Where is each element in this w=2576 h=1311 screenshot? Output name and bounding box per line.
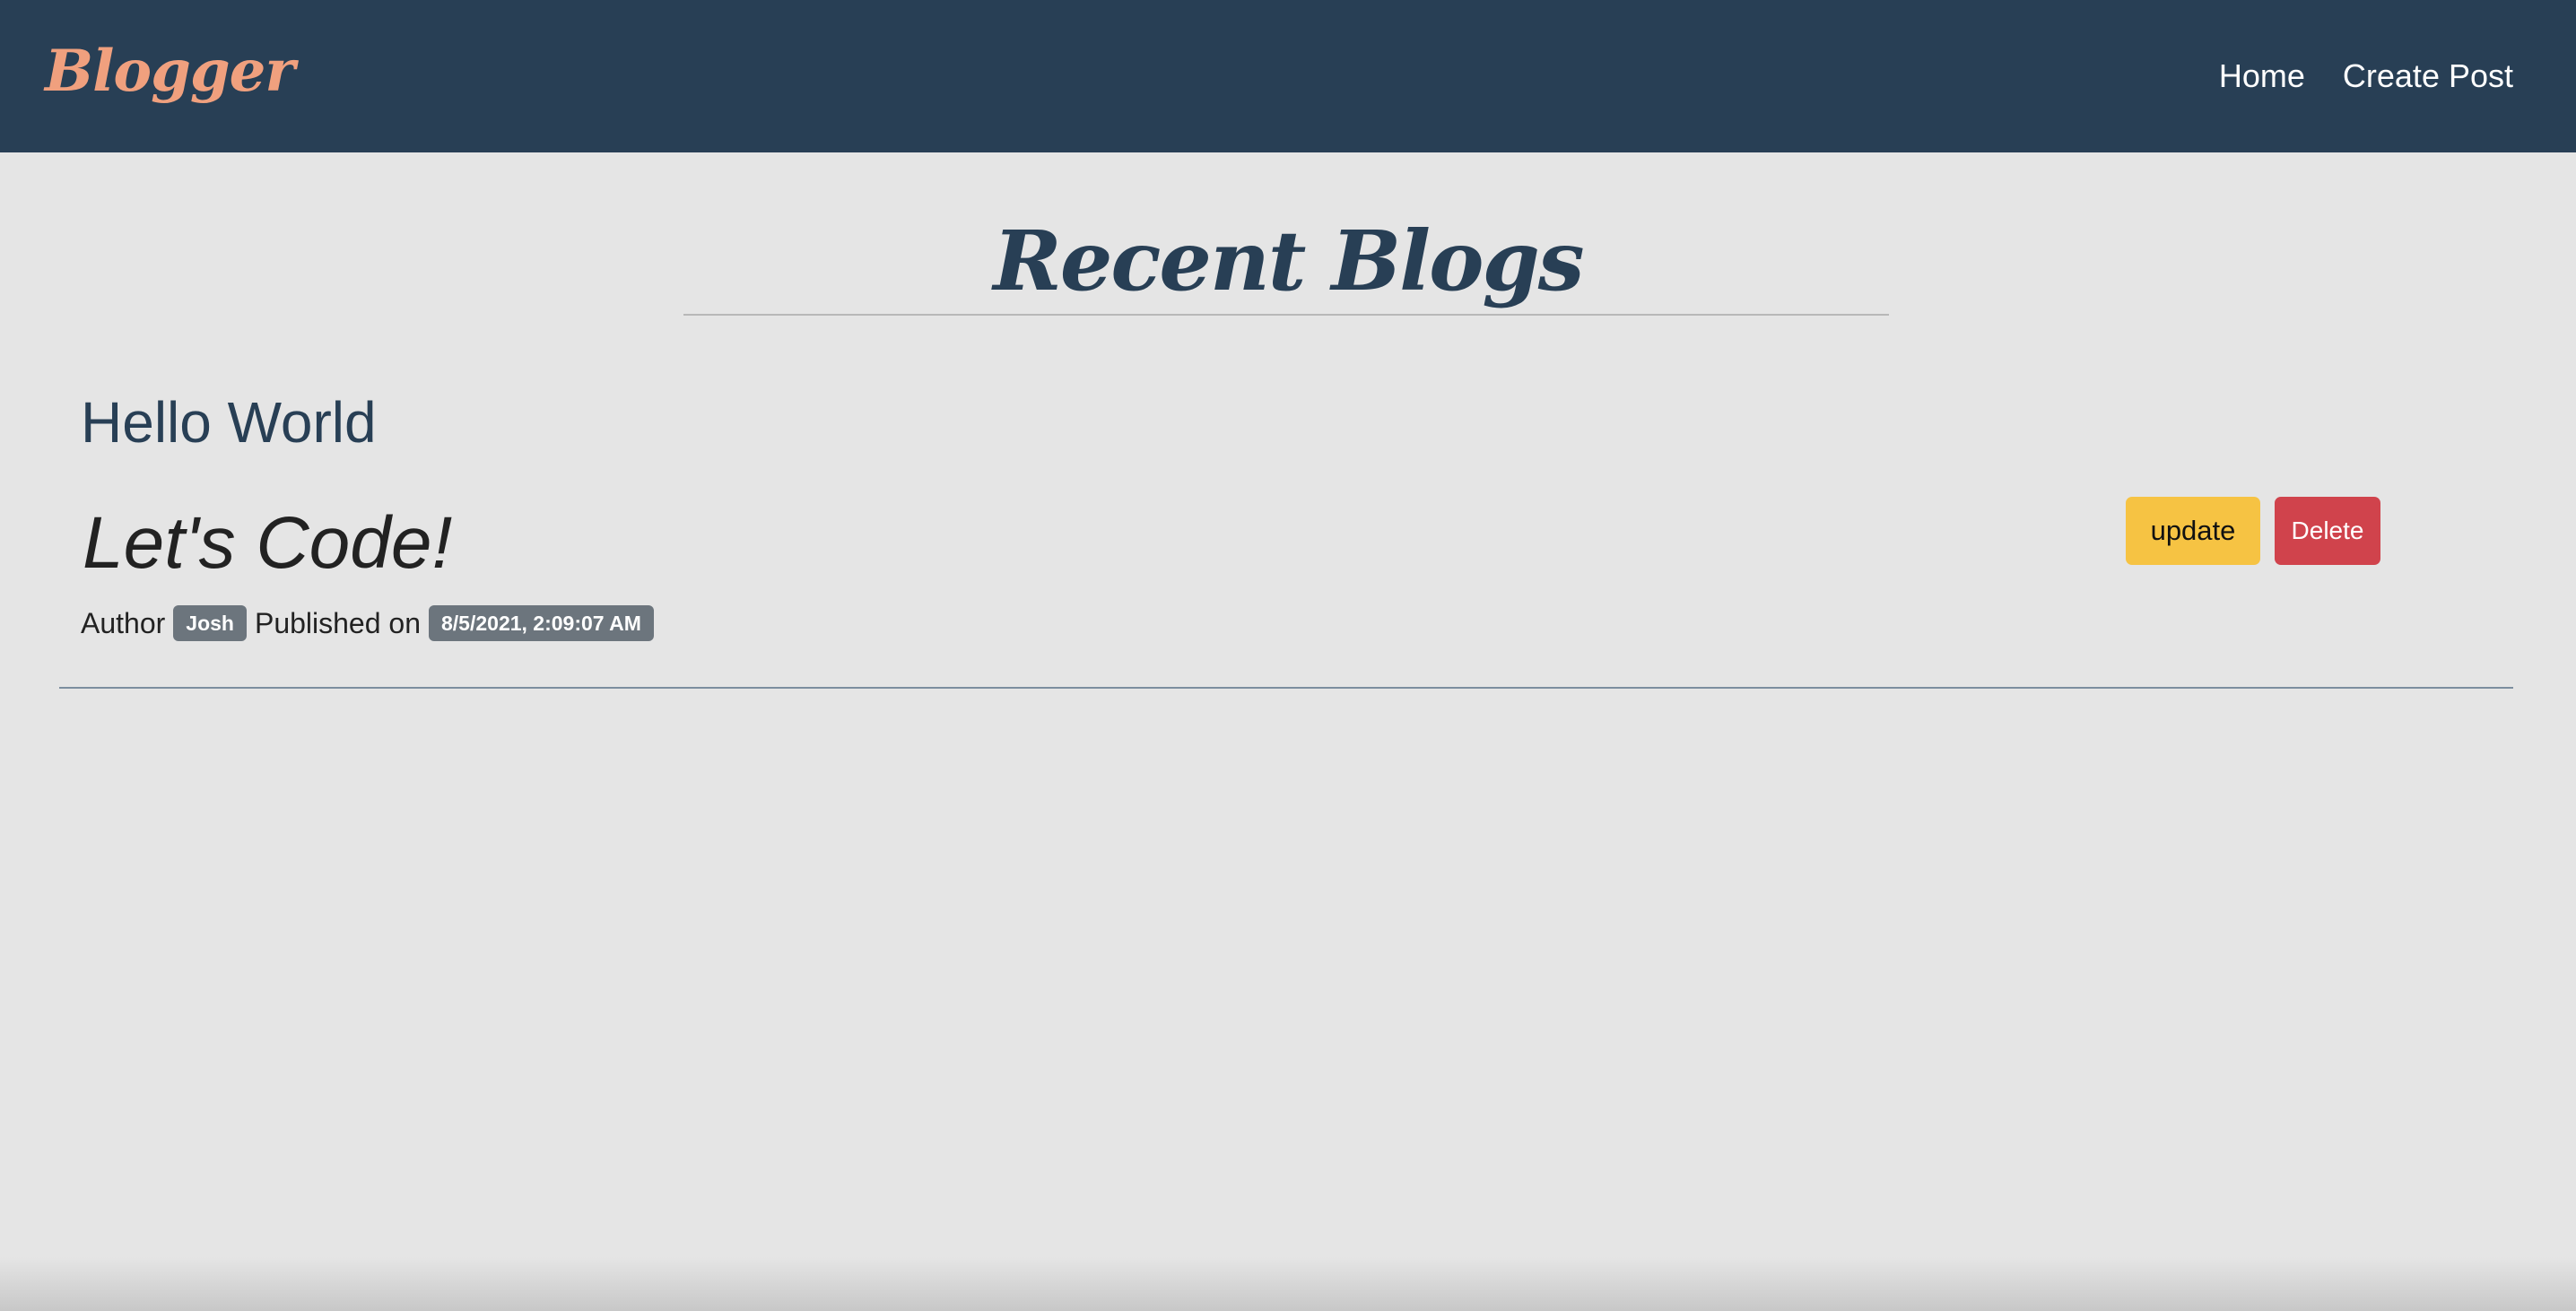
title-divider (683, 314, 1889, 316)
nav-links: Home Create Post (2219, 56, 2513, 97)
brand-logo[interactable]: Blogger (45, 38, 295, 105)
nav-link-home[interactable]: Home (2219, 56, 2305, 97)
published-label: Published on (254, 607, 421, 639)
delete-button[interactable]: Delete (2275, 497, 2380, 565)
nav-link-create-post[interactable]: Create Post (2343, 56, 2513, 97)
navbar: Blogger Home Create Post (0, 0, 2576, 152)
post-divider (59, 687, 2513, 689)
post-title: Hello World (81, 390, 377, 455)
bottom-shadow (0, 1257, 2576, 1311)
post-body: Let's Code! (83, 502, 453, 584)
post-meta: Author Josh Published on 8/5/2021, 2:09:… (81, 604, 654, 642)
update-button[interactable]: update (2126, 497, 2260, 565)
author-badge: Josh (173, 605, 247, 641)
author-label: Author (81, 607, 166, 639)
page-title: Recent Blogs (993, 213, 1584, 309)
published-date-badge: 8/5/2021, 2:09:07 AM (429, 605, 654, 641)
